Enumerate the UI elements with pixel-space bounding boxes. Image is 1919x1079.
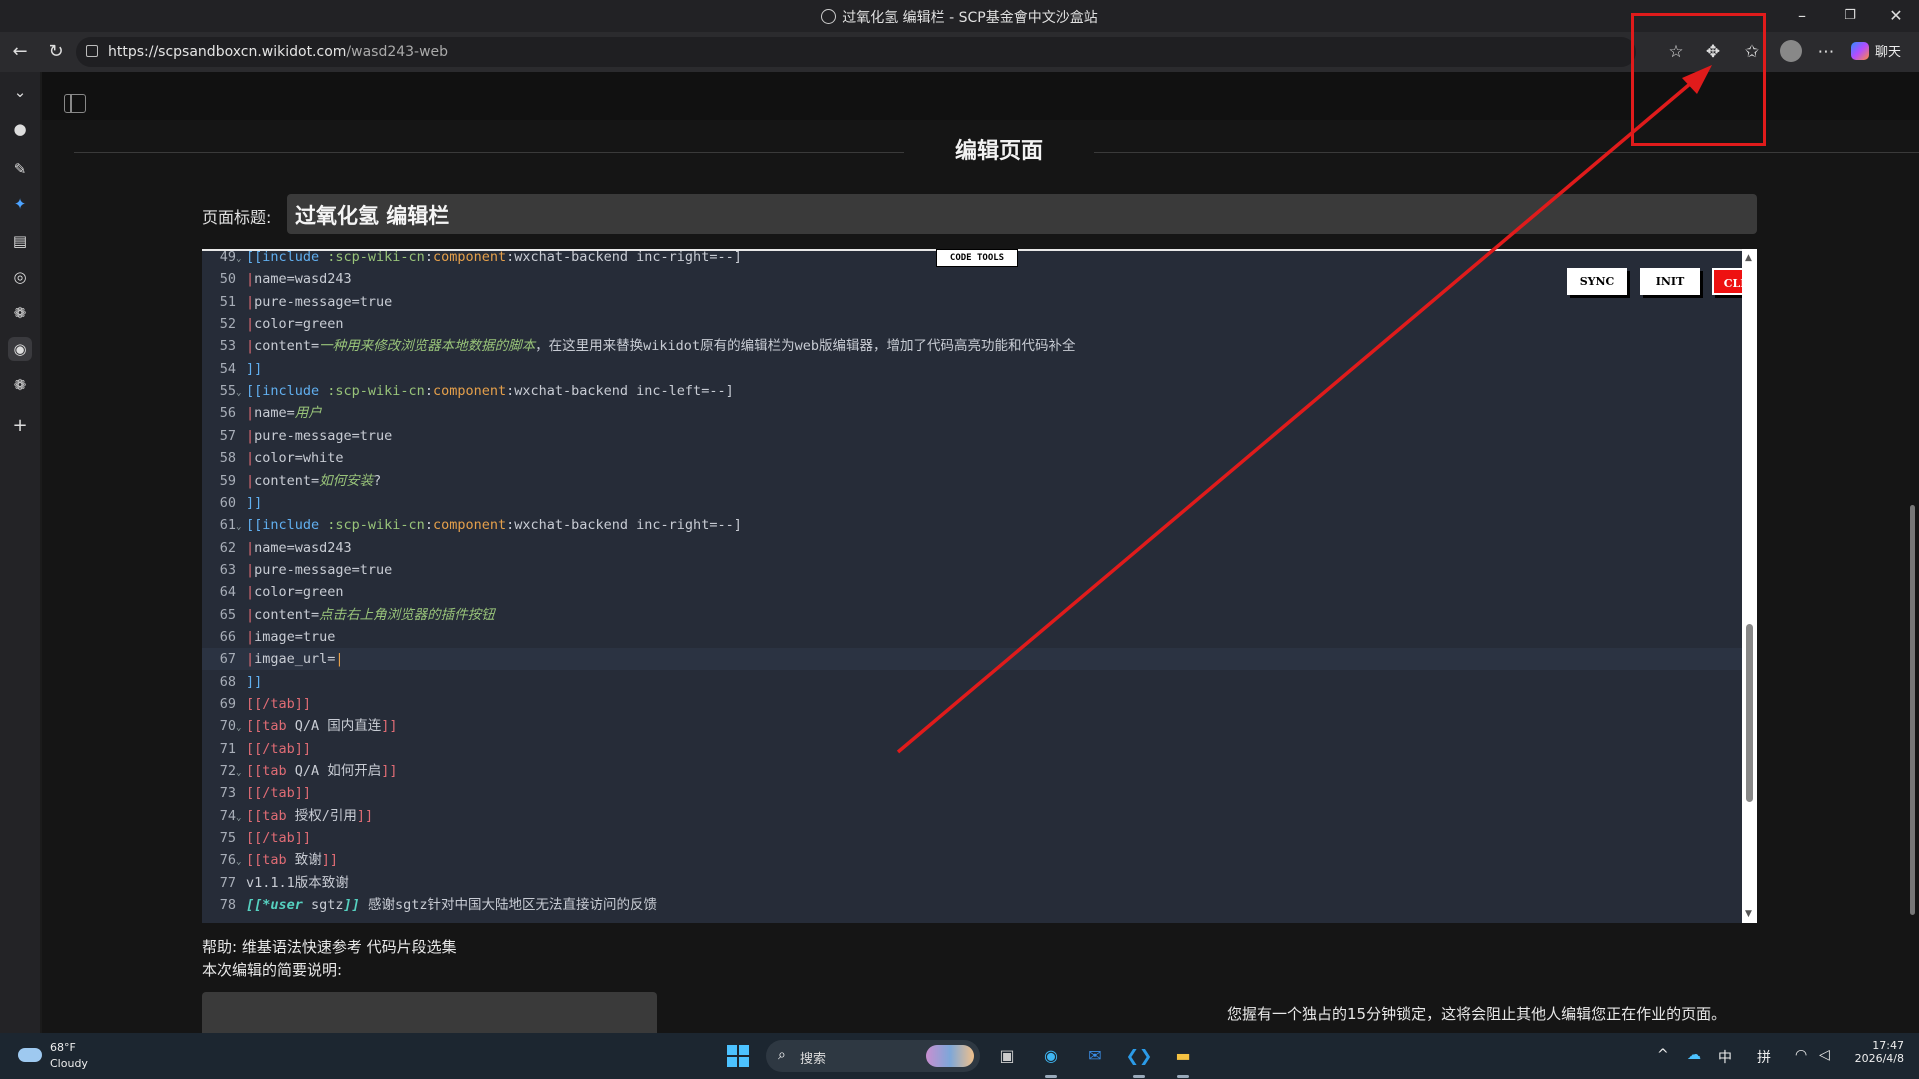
arrow-head xyxy=(1682,65,1712,94)
arrow-shaft xyxy=(896,76,1699,754)
annotation-arrow xyxy=(896,65,1712,754)
